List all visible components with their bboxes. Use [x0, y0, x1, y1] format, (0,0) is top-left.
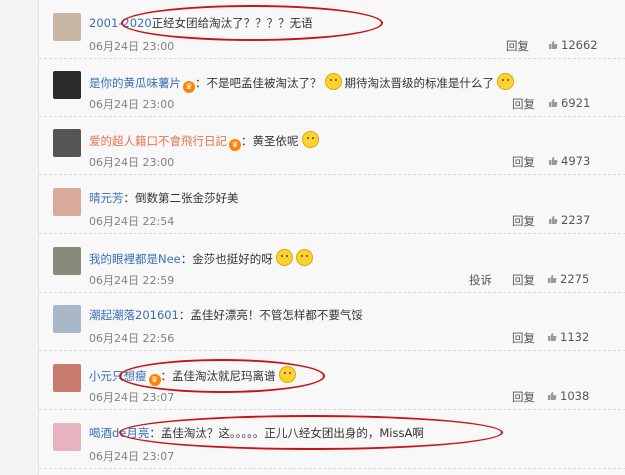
emoji-icon — [278, 366, 296, 383]
timestamp: 06月24日 22:59 — [89, 274, 175, 287]
comment-body: 2001-2020正经女团给淘汰了？？？？无语 — [89, 15, 313, 31]
avatar[interactable] — [53, 423, 81, 451]
comment-item: 潮起潮落201601：孟佳好漂亮！不管怎样都不要气馁 06月24日 22:56 回复… — [39, 292, 625, 351]
reply-button[interactable]: 回复 — [512, 213, 535, 229]
comment-item: 爱的超人籍口不會飛行日記 ♛ ：黄圣依呢 06月24日 23:00 回复 4973 — [39, 116, 625, 175]
report-button[interactable]: 投诉 — [469, 272, 492, 288]
comment-text: ：孟佳好漂亮！不管怎样都不要气馁 — [178, 308, 363, 322]
avatar[interactable] — [53, 305, 81, 333]
reply-button[interactable]: 回复 — [512, 154, 535, 170]
comment-body: 是你的黄瓜味薯片 ♛ ：不是吧孟佳被淘汰了？ 期待淘汰晋级的标准是什么了 — [89, 73, 514, 93]
like-button[interactable]: 2275 — [547, 272, 589, 286]
avatar[interactable] — [53, 129, 81, 157]
username-link[interactable]: 2001-2020 — [89, 16, 152, 30]
comment-body: 小元只想瘦 ♛ ：孟佳淘汰就尼玛离谱 — [89, 366, 296, 386]
comment-body: 晴元芳：倒数第二张金莎好美 — [89, 190, 239, 206]
username-link[interactable]: 是你的黄瓜味薯片 — [89, 76, 181, 90]
comment-text: ：孟佳淘汰？这。。。。。正儿八经女团出身的，MissA啊 — [149, 426, 424, 440]
username-link[interactable]: 小元只想瘦 — [89, 369, 147, 383]
vip-badge-icon: ♛ — [229, 139, 241, 151]
comment-text: 期待淘汰晋级的标准是什么了 — [344, 76, 495, 90]
username-link[interactable]: 潮起潮落201601 — [89, 308, 179, 322]
like-count: 4973 — [561, 154, 591, 168]
comment-text: ：倒数第二张金莎好美 — [123, 191, 239, 205]
username-link[interactable]: 晴元芳 — [89, 191, 124, 205]
avatar[interactable] — [53, 247, 81, 275]
thumbs-up-icon — [548, 392, 557, 400]
comment-body: 我的眼裡都是Nee：金莎也挺好的呀 — [89, 249, 313, 267]
like-button[interactable]: 1132 — [547, 330, 589, 344]
timestamp: 06月24日 22:54 — [89, 215, 175, 228]
thumbs-up-icon — [549, 157, 558, 165]
like-count: 2275 — [560, 272, 590, 286]
reply-button[interactable]: 回复 — [512, 389, 535, 405]
thumbs-up-icon — [549, 216, 558, 224]
like-count: 2237 — [561, 213, 591, 227]
reply-button[interactable]: 回复 — [512, 96, 535, 112]
reply-button[interactable]: 回复 — [512, 330, 535, 346]
like-button[interactable]: 12662 — [548, 38, 598, 52]
timestamp: 06月24日 22:56 — [89, 332, 175, 345]
emoji-icon — [295, 249, 313, 266]
emoji-icon — [301, 131, 319, 148]
comment-body: 潮起潮落201601：孟佳好漂亮！不管怎样都不要气馁 — [89, 307, 363, 323]
thumbs-up-icon — [549, 99, 558, 107]
comment-body: 喝酒de月亮：孟佳淘汰？这。。。。。正儿八经女团出身的，MissA啊 — [89, 425, 424, 441]
thumbs-up-icon — [549, 41, 558, 49]
comment-text: ：金莎也挺好的呀 — [180, 252, 273, 266]
like-count: 12662 — [561, 38, 598, 52]
like-button[interactable]: 4973 — [548, 154, 590, 168]
reply-button[interactable]: 回复 — [506, 38, 529, 54]
avatar[interactable] — [53, 364, 81, 392]
comment-text: ：不是吧孟佳被淘汰了？ — [195, 76, 322, 90]
avatar[interactable] — [53, 71, 81, 99]
timestamp: 06月24日 23:00 — [89, 40, 175, 53]
emoji-icon — [275, 249, 293, 266]
comment-item: 是你的黄瓜味薯片 ♛ ：不是吧孟佳被淘汰了？ 期待淘汰晋级的标准是什么了 06月24日 … — [39, 58, 625, 117]
vip-badge-icon: ♛ — [148, 374, 161, 386]
comment-item: 小元只想瘦 ♛ ：孟佳淘汰就尼玛离谱 06月24日 23:07 回复 1038 — [39, 351, 625, 410]
like-count: 1132 — [560, 330, 590, 344]
emoji-icon — [497, 73, 514, 90]
comment-text: 正经女团给淘汰了？？？？无语 — [151, 16, 313, 30]
vip-badge-icon: ♛ — [183, 81, 195, 93]
timestamp: 06月24日 23:07 — [89, 391, 175, 404]
emoji-icon — [324, 73, 342, 90]
thumbs-up-icon — [548, 333, 557, 341]
comment-item: 我的眼裡都是Nee：金莎也挺好的呀 06月24日 22:59 投诉 回复 2275 — [39, 234, 625, 293]
like-button[interactable]: 2237 — [548, 213, 590, 227]
comment-list: 2001-2020正经女团给淘汰了？？？？无语 06月24日 23:00 回复 126… — [38, 0, 625, 475]
comment-text: ：孟佳淘汰就尼玛离谱 — [160, 369, 276, 383]
like-button[interactable]: 1038 — [547, 389, 589, 403]
comment-item: 晴元芳：倒数第二张金莎好美 06月24日 22:54 回复 2237 — [39, 175, 625, 234]
avatar[interactable] — [53, 188, 81, 216]
like-count: 6921 — [561, 96, 591, 110]
avatar[interactable] — [53, 13, 81, 41]
username-link[interactable]: 爱的超人籍口不會飛行日記 — [89, 134, 227, 148]
comment-text: ：黄圣依呢 — [241, 134, 299, 148]
thumbs-up-icon — [548, 275, 557, 283]
comment-body: 爱的超人籍口不會飛行日記 ♛ ：黄圣依呢 — [89, 131, 319, 151]
username-link[interactable]: 我的眼裡都是Nee — [89, 252, 181, 266]
reply-button[interactable]: 回复 — [512, 272, 535, 288]
comment-item: 喝酒de月亮：孟佳淘汰？这。。。。。正儿八经女团出身的，MissA啊 06月24日… — [39, 410, 625, 469]
timestamp: 06月24日 23:07 — [89, 450, 175, 463]
timestamp: 06月24日 23:00 — [89, 156, 175, 169]
username-link[interactable]: 喝酒de月亮 — [89, 426, 149, 440]
timestamp: 06月24日 23:00 — [89, 98, 175, 111]
like-button[interactable]: 6921 — [548, 96, 590, 110]
comment-item: 2001-2020正经女团给淘汰了？？？？无语 06月24日 23:00 回复 126… — [39, 0, 625, 59]
like-count: 1038 — [560, 389, 590, 403]
